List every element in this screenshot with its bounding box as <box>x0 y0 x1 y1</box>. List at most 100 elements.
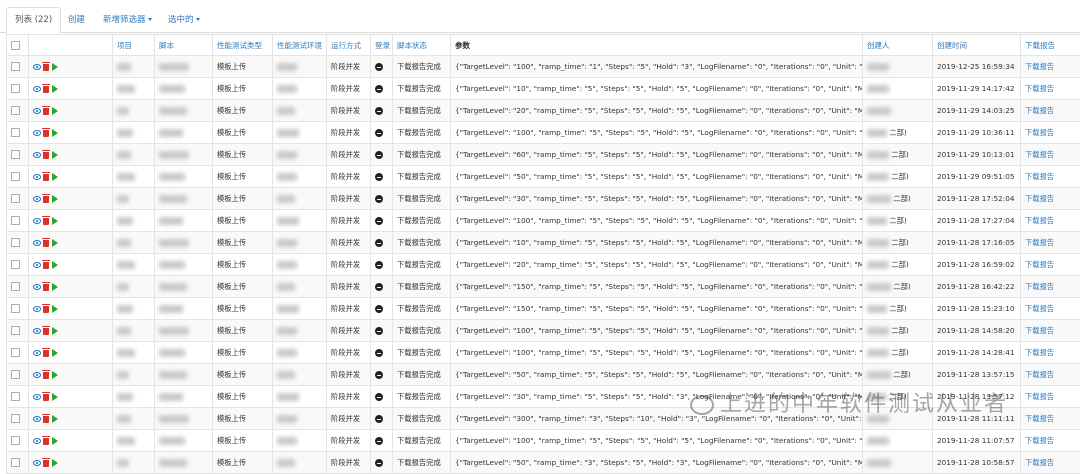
download-report-link[interactable]: 下载报告 <box>1025 348 1054 357</box>
column-header-perf-type[interactable]: 性能测试类型 <box>213 35 273 56</box>
download-report-link[interactable]: 下载报告 <box>1025 436 1054 445</box>
run-icon[interactable] <box>52 107 58 115</box>
select-all-header[interactable] <box>7 35 29 56</box>
download-report-link[interactable]: 下载报告 <box>1025 304 1054 313</box>
tab-selected[interactable]: 选中的 <box>168 8 200 32</box>
download-cell[interactable]: 下载报告 <box>1021 320 1080 342</box>
download-cell[interactable]: 下载报告 <box>1021 210 1080 232</box>
delete-icon[interactable] <box>43 108 49 115</box>
column-header-creator[interactable]: 创建人 <box>863 35 933 56</box>
delete-icon[interactable] <box>43 460 49 467</box>
row-checkbox[interactable] <box>11 370 20 379</box>
delete-icon[interactable] <box>43 350 49 357</box>
row-checkbox[interactable] <box>11 436 20 445</box>
row-checkbox[interactable] <box>11 326 20 335</box>
download-report-link[interactable]: 下载报告 <box>1025 216 1054 225</box>
tab-list[interactable]: 列表 (22) <box>6 7 61 34</box>
download-report-link[interactable]: 下载报告 <box>1025 326 1054 335</box>
column-header-login[interactable]: 登录 <box>371 35 393 56</box>
row-select-cell[interactable] <box>7 408 29 430</box>
row-checkbox[interactable] <box>11 150 20 159</box>
download-report-link[interactable]: 下载报告 <box>1025 238 1054 247</box>
download-cell[interactable]: 下载报告 <box>1021 188 1080 210</box>
delete-icon[interactable] <box>43 130 49 137</box>
column-header-script[interactable]: 脚本 <box>155 35 213 56</box>
row-select-cell[interactable] <box>7 210 29 232</box>
delete-icon[interactable] <box>43 372 49 379</box>
delete-icon[interactable] <box>43 306 49 313</box>
download-cell[interactable]: 下载报告 <box>1021 298 1080 320</box>
view-icon[interactable] <box>33 64 41 70</box>
row-select-cell[interactable] <box>7 386 29 408</box>
view-icon[interactable] <box>33 262 41 268</box>
row-checkbox[interactable] <box>11 216 20 225</box>
row-select-cell[interactable] <box>7 342 29 364</box>
view-icon[interactable] <box>33 394 41 400</box>
download-cell[interactable]: 下载报告 <box>1021 100 1080 122</box>
download-cell[interactable]: 下载报告 <box>1021 386 1080 408</box>
delete-icon[interactable] <box>43 174 49 181</box>
run-icon[interactable] <box>52 327 58 335</box>
column-header-download[interactable]: 下载报告 <box>1021 35 1080 56</box>
view-icon[interactable] <box>33 306 41 312</box>
download-cell[interactable]: 下载报告 <box>1021 56 1080 78</box>
view-icon[interactable] <box>33 460 41 466</box>
download-report-link[interactable]: 下载报告 <box>1025 150 1054 159</box>
delete-icon[interactable] <box>43 416 49 423</box>
row-checkbox[interactable] <box>11 414 20 423</box>
download-cell[interactable]: 下载报告 <box>1021 166 1080 188</box>
view-icon[interactable] <box>33 328 41 334</box>
view-icon[interactable] <box>33 350 41 356</box>
run-icon[interactable] <box>52 459 58 467</box>
download-cell[interactable]: 下载报告 <box>1021 408 1080 430</box>
run-icon[interactable] <box>52 239 58 247</box>
row-select-cell[interactable] <box>7 320 29 342</box>
row-select-cell[interactable] <box>7 56 29 78</box>
view-icon[interactable] <box>33 438 41 444</box>
run-icon[interactable] <box>52 437 58 445</box>
column-header-script-status[interactable]: 脚本状态 <box>393 35 451 56</box>
tab-add-filter[interactable]: 新增筛选器 <box>103 8 152 32</box>
row-checkbox[interactable] <box>11 238 20 247</box>
select-all-checkbox[interactable] <box>11 41 20 50</box>
row-select-cell[interactable] <box>7 144 29 166</box>
run-icon[interactable] <box>52 129 58 137</box>
row-select-cell[interactable] <box>7 276 29 298</box>
run-icon[interactable] <box>52 217 58 225</box>
download-report-link[interactable]: 下载报告 <box>1025 106 1054 115</box>
row-checkbox[interactable] <box>11 194 20 203</box>
delete-icon[interactable] <box>43 64 49 71</box>
delete-icon[interactable] <box>43 86 49 93</box>
view-icon[interactable] <box>33 284 41 290</box>
download-report-link[interactable]: 下载报告 <box>1025 84 1054 93</box>
download-cell[interactable]: 下载报告 <box>1021 254 1080 276</box>
view-icon[interactable] <box>33 416 41 422</box>
view-icon[interactable] <box>33 152 41 158</box>
run-icon[interactable] <box>52 349 58 357</box>
row-select-cell[interactable] <box>7 188 29 210</box>
row-checkbox[interactable] <box>11 392 20 401</box>
download-report-link[interactable]: 下载报告 <box>1025 282 1054 291</box>
download-report-link[interactable]: 下载报告 <box>1025 458 1054 467</box>
download-report-link[interactable]: 下载报告 <box>1025 392 1054 401</box>
download-cell[interactable]: 下载报告 <box>1021 342 1080 364</box>
run-icon[interactable] <box>52 85 58 93</box>
view-icon[interactable] <box>33 240 41 246</box>
download-report-link[interactable]: 下载报告 <box>1025 128 1054 137</box>
row-select-cell[interactable] <box>7 166 29 188</box>
download-cell[interactable]: 下载报告 <box>1021 430 1080 452</box>
download-report-link[interactable]: 下载报告 <box>1025 62 1054 71</box>
row-select-cell[interactable] <box>7 254 29 276</box>
row-checkbox[interactable] <box>11 62 20 71</box>
run-icon[interactable] <box>52 195 58 203</box>
delete-icon[interactable] <box>43 438 49 445</box>
column-header-run-mode[interactable]: 运行方式 <box>327 35 371 56</box>
delete-icon[interactable] <box>43 218 49 225</box>
row-select-cell[interactable] <box>7 298 29 320</box>
column-header-perf-env[interactable]: 性能测试环境 <box>273 35 327 56</box>
view-icon[interactable] <box>33 372 41 378</box>
tab-create[interactable]: 创建 <box>68 8 85 32</box>
delete-icon[interactable] <box>43 196 49 203</box>
row-select-cell[interactable] <box>7 78 29 100</box>
run-icon[interactable] <box>52 283 58 291</box>
